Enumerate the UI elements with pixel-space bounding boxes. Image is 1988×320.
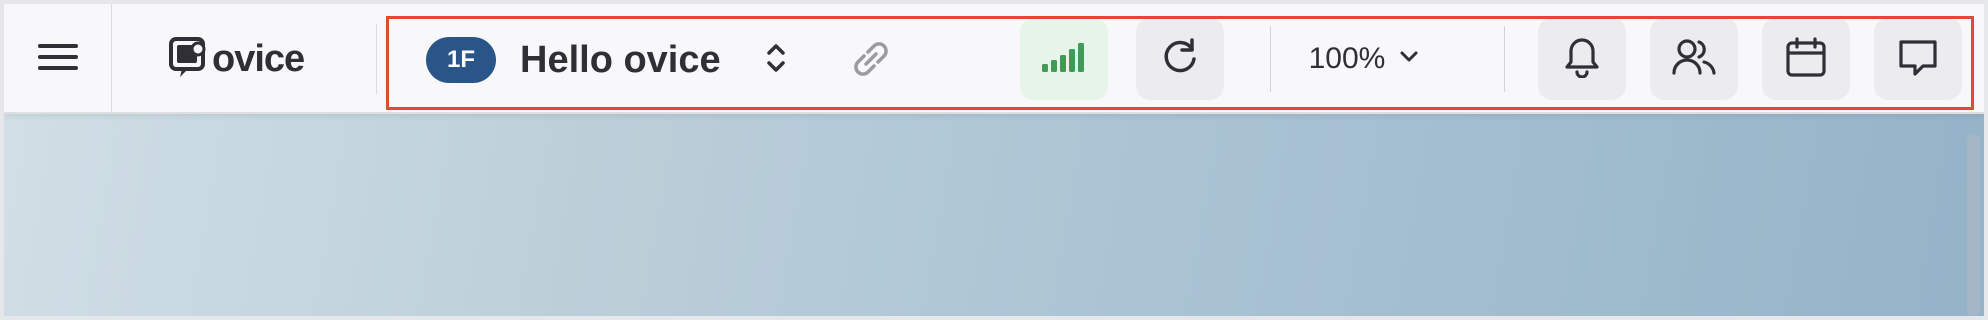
notifications-button[interactable] [1538,18,1626,100]
hamburger-menu-icon [37,42,78,77]
chat-icon [1897,37,1939,82]
space-name[interactable]: Hello ovice [520,38,721,82]
chevron-down-icon [1399,50,1419,69]
floor-badge[interactable]: 1F [426,37,496,83]
chevron-up-down-icon [764,40,788,81]
scrollbar-thumb[interactable] [1967,134,1980,316]
members-button[interactable] [1650,18,1738,100]
menu-button[interactable] [4,4,112,114]
calendar-icon [1785,36,1827,83]
connection-status-button[interactable] [1020,18,1108,100]
signal-strength-icon [1042,42,1086,77]
calendar-button[interactable] [1762,18,1850,100]
ovice-logo[interactable]: ovice [168,34,305,84]
divider [376,24,377,94]
zoom-dropdown[interactable]: 100% [1274,34,1454,84]
app-window: ovice 1F Hello ovice 100% [4,4,1984,316]
ovice-logo-icon [168,35,208,84]
copy-link-button[interactable] [846,36,896,86]
logo-text: ovice [212,37,305,80]
zoom-value: 100% [1308,42,1386,75]
reload-icon [1158,35,1202,84]
reload-button[interactable] [1136,18,1224,100]
bell-icon [1562,36,1602,83]
divider [1270,26,1271,92]
divider [1504,26,1505,92]
top-toolbar: ovice 1F Hello ovice 100% [4,4,1984,114]
users-icon [1671,37,1717,82]
link-icon [850,38,892,85]
space-switcher-button[interactable] [754,38,798,82]
chat-button[interactable] [1874,18,1962,100]
